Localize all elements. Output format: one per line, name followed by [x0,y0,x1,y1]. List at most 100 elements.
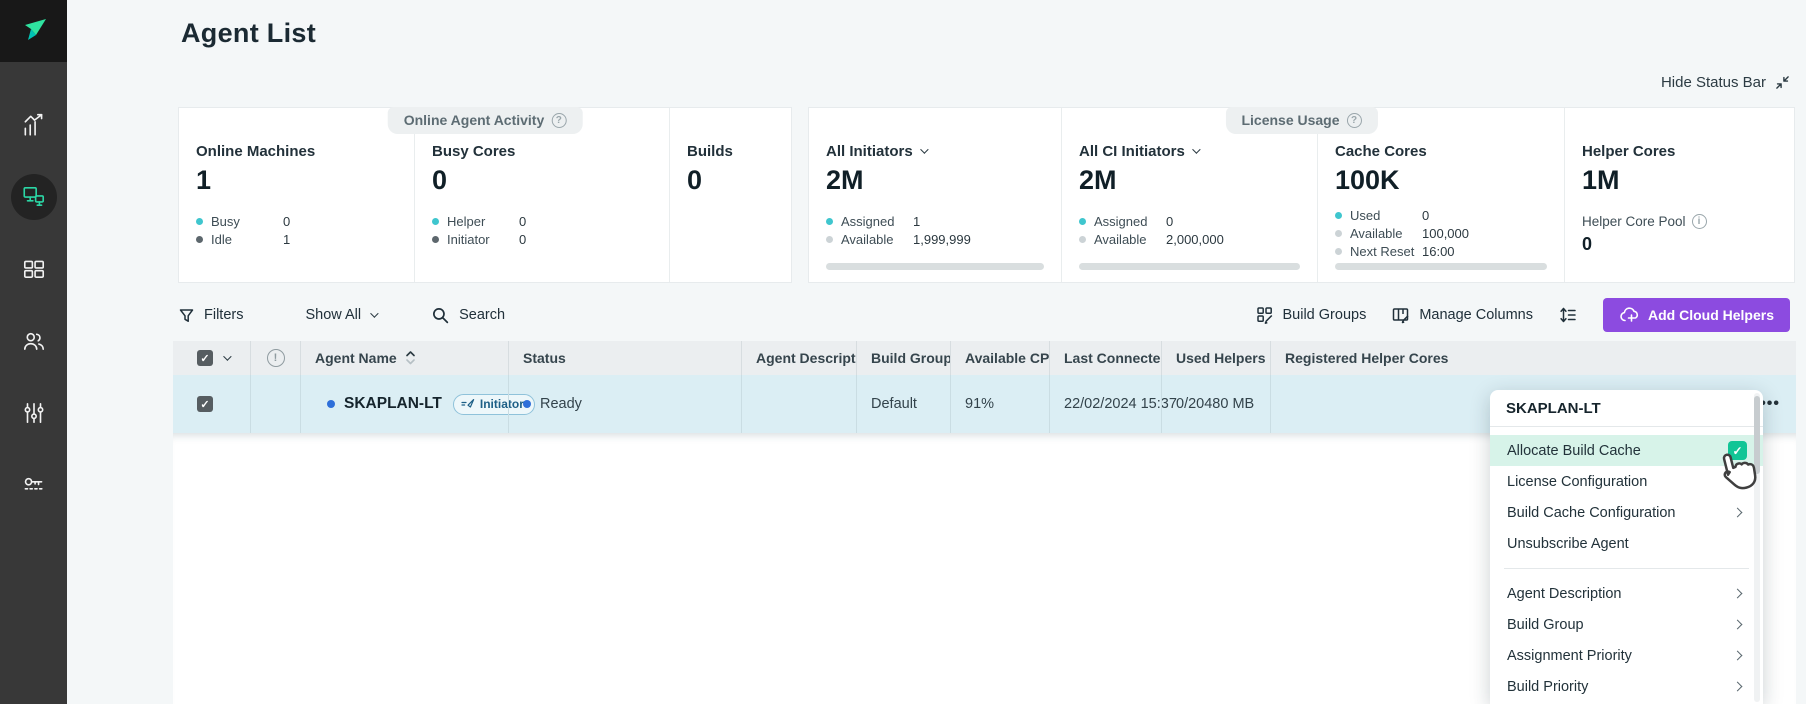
checked-checkbox-icon[interactable]: ✓ [1728,441,1747,460]
sliders-icon [21,400,47,426]
chevron-down-icon [1192,145,1200,153]
column-header-status[interactable]: Status [508,341,741,375]
legend-row: Initiator 0 [432,230,669,248]
chevron-down-icon [920,145,928,153]
sidebar-item-users[interactable] [11,318,57,364]
stat-label: Helper Cores [1582,142,1794,160]
legend-row: Idle 1 [196,230,414,248]
filters-button[interactable]: Filters [178,307,243,324]
stat-label: Busy Cores [432,142,669,160]
initiator-dot [432,236,439,243]
row-last-connected-cell: 22/02/2024 15:37 [1049,375,1161,433]
row-build-group-cell: Default [856,375,950,433]
usage-progress-bar [1335,263,1547,270]
helper-dot [432,218,439,225]
all-ci-initiators-dropdown[interactable]: All CI Initiators [1079,142,1317,160]
search-icon [431,306,450,325]
stat-label: Builds [687,142,791,160]
analytics-icon [21,112,47,138]
menu-item-build-cache-configuration[interactable]: Build Cache Configuration [1490,497,1763,528]
legend-row: Available 2,000,000 [1079,230,1317,248]
chevron-right-icon [1733,508,1743,518]
sort-icon [406,351,415,365]
chevron-down-icon [370,309,378,317]
menu-scrollbar-thumb[interactable] [1754,396,1760,474]
chevron-right-icon [1733,589,1743,599]
sidebar-item-dashboard[interactable] [11,102,57,148]
column-header-build-group[interactable]: Build Group [856,341,950,375]
alerts-column-header[interactable]: ! [250,341,300,375]
sidebar-item-license[interactable] [11,462,57,508]
chevron-right-icon [1733,651,1743,661]
column-header-last-connected[interactable]: Last Connected [1049,341,1161,375]
row-height-button[interactable] [1559,306,1577,324]
status-dot [523,400,531,408]
info-icon[interactable]: i [1692,214,1707,229]
assigned-dot [826,218,833,225]
build-groups-button[interactable]: Build Groups [1256,306,1367,324]
busy-dot [196,218,203,225]
agent-online-dot [327,400,335,408]
menu-item-agent-description[interactable]: Agent Description [1490,578,1763,609]
help-icon[interactable]: ? [551,113,566,128]
select-dropdown-icon[interactable] [223,352,231,360]
manage-columns-button[interactable]: Manage Columns [1392,306,1533,324]
agent-name: SKAPLAN-LT [344,395,442,413]
row-checkbox[interactable]: ✓ [197,396,213,412]
hide-status-bar-button[interactable]: Hide Status Bar [1661,74,1790,91]
collapse-icon [1775,75,1790,90]
row-status-cell: Ready [508,375,741,433]
legend-row: Helper 0 [432,212,669,230]
add-cloud-helpers-button[interactable]: Add Cloud Helpers [1603,298,1790,332]
select-all-checkbox[interactable]: ✓ [197,350,213,366]
menu-item-license-configuration[interactable]: License Configuration [1490,466,1763,497]
help-icon[interactable]: ? [1347,113,1362,128]
table-header-row: ✓ ! Agent Name Status Agent Description … [173,341,1796,375]
app-logo[interactable] [0,0,67,62]
menu-item-build-group[interactable]: Build Group [1490,609,1763,640]
panel-online-agent-activity: Online Agent Activity ? Online Machines … [178,107,792,283]
build-groups-icon [1256,306,1274,324]
panel-tab-license-usage: License Usage ? [1225,107,1377,134]
chevron-right-icon [1733,477,1743,487]
page-title: Agent List [181,18,316,49]
stat-value: 1M [1582,164,1794,196]
available-dot [1335,230,1342,237]
assigned-dot [1079,218,1086,225]
sidebar-item-builds[interactable] [11,246,57,292]
select-all-header: ✓ [173,341,250,375]
stat-value: 2M [1079,164,1317,196]
sidebar-nav [0,102,67,508]
column-header-available-cpu[interactable]: Available CPU [950,341,1049,375]
panel-tab-label: Online Agent Activity [404,112,545,128]
column-header-used-helpers[interactable]: Used Helpers Ca... [1161,341,1270,375]
agents-icon [21,184,47,210]
menu-item-allocate-build-cache[interactable]: Allocate Build Cache ✓ [1490,435,1763,466]
column-header-registered-helper-cores[interactable]: Registered Helper Cores [1270,341,1796,375]
column-header-agent-name[interactable]: Agent Name [300,341,508,375]
cloud-plus-icon [1619,307,1639,323]
legend-row: Available 1,999,999 [826,230,1061,248]
legend-row: Next Reset 16:00 [1335,242,1564,260]
manage-columns-icon [1392,306,1410,324]
usage-progress-bar [826,263,1044,270]
helper-core-pool-label: Helper Core Pool i [1582,214,1794,229]
search-button[interactable]: Search [431,306,505,325]
column-header-agent-description[interactable]: Agent Description [741,341,856,375]
show-all-dropdown[interactable]: Show All [305,307,376,323]
stat-online-machines: Online Machines 1 Busy 0 Idle 1 [179,108,414,282]
menu-item-build-priority[interactable]: Build Priority [1490,671,1763,702]
sidebar-item-agents[interactable] [11,174,57,220]
all-initiators-dropdown[interactable]: All Initiators [826,142,1061,160]
sidebar [0,0,67,704]
used-dot [1335,212,1342,219]
legend-row: Busy 0 [196,212,414,230]
stat-label: Online Machines [196,142,414,160]
row-more-button[interactable]: ••• [1760,395,1780,413]
alert-icon: ! [267,349,285,367]
menu-item-unsubscribe-agent[interactable]: Unsubscribe Agent [1490,528,1763,559]
sidebar-item-settings[interactable] [11,390,57,436]
menu-item-assignment-priority[interactable]: Assignment Priority [1490,640,1763,671]
stat-value: 100K [1335,164,1564,196]
helper-core-pool-value: 0 [1582,234,1794,255]
